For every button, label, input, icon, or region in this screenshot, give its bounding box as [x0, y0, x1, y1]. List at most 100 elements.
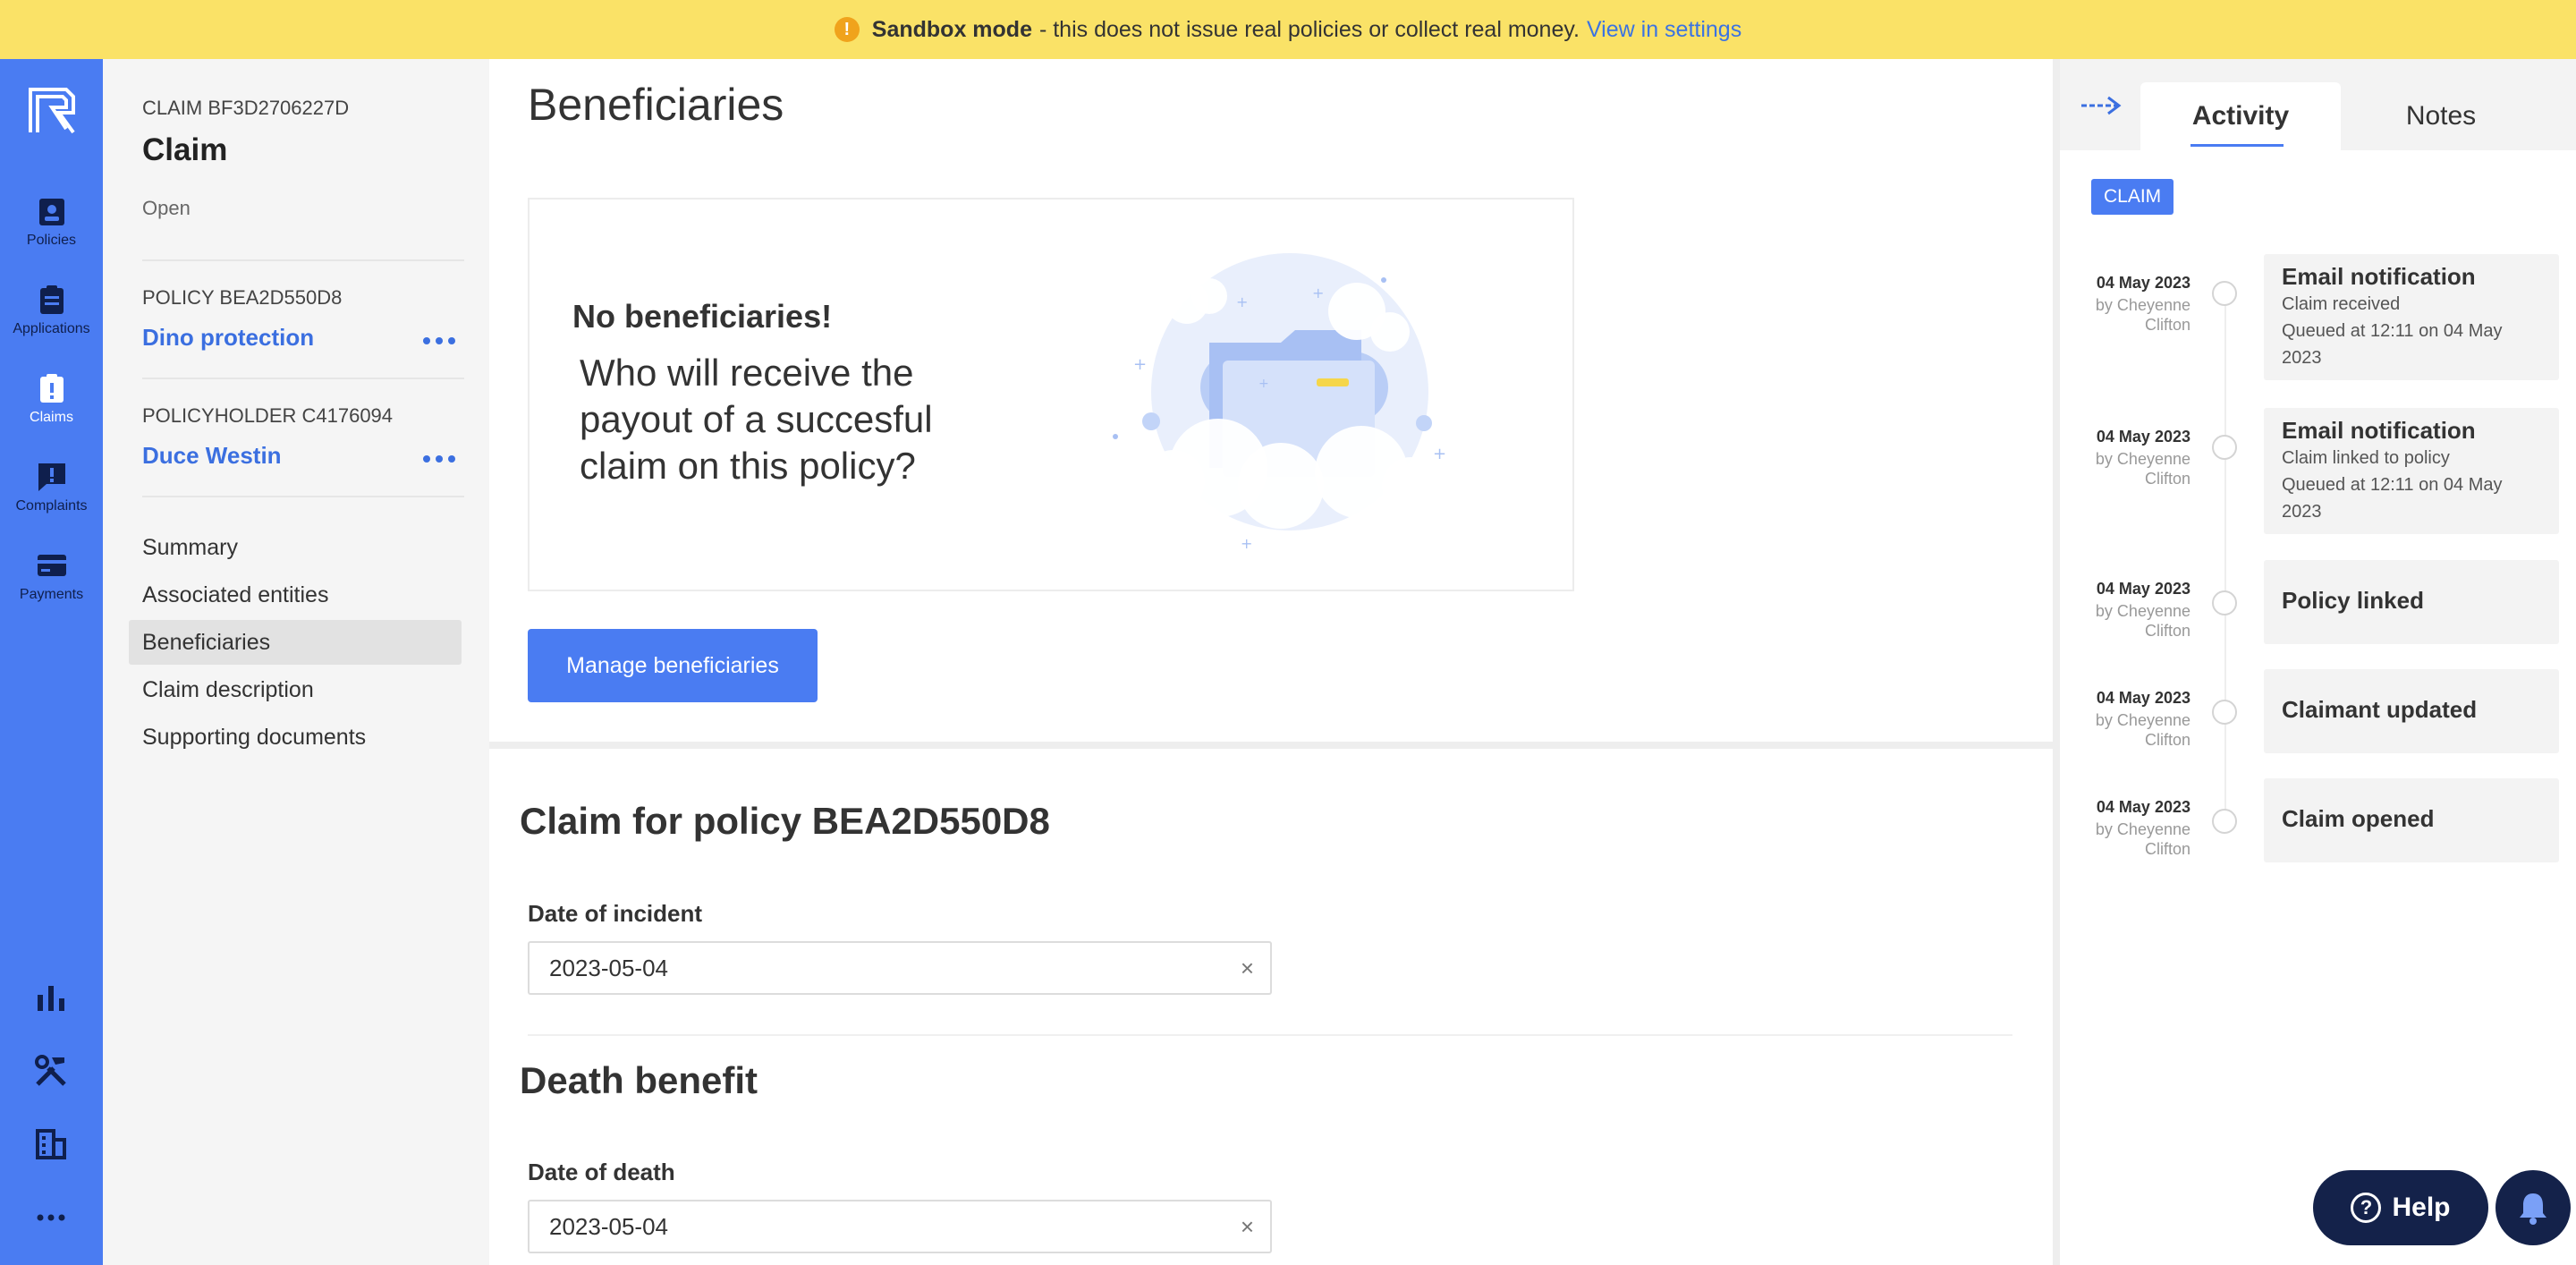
- claim-status: Open: [142, 197, 191, 219]
- menu-claim-description[interactable]: Claim description: [129, 667, 462, 712]
- card-icon: [37, 555, 66, 576]
- claim-title: Claim: [142, 132, 228, 167]
- activity-by: by Cheyenne: [2095, 296, 2190, 314]
- activity-title: Email notification: [2282, 417, 2476, 444]
- policy-icon: [38, 199, 64, 225]
- panel-header: Activity Notes: [2060, 59, 2576, 150]
- activity-card: Claim opened: [2264, 778, 2559, 862]
- main-content: Beneficiaries No beneficiaries! Who will…: [489, 59, 2053, 1265]
- tab-label: Notes: [2405, 101, 2477, 131]
- rail-item-complaints[interactable]: Complaints: [0, 461, 103, 514]
- section-divider: [489, 742, 2053, 749]
- activity-title: Policy linked: [2282, 587, 2424, 614]
- complaint-icon: [38, 463, 65, 491]
- death-date-label: Date of death: [528, 1159, 675, 1185]
- banner-bold: Sandbox mode: [871, 16, 1032, 42]
- svg-text:+: +: [1236, 293, 1248, 310]
- activity-by: Clifton: [2144, 470, 2190, 488]
- clear-icon[interactable]: ×: [1241, 1201, 1254, 1252]
- menu-associated-entities[interactable]: Associated entities: [129, 573, 462, 617]
- help-label: Help: [2392, 1193, 2451, 1222]
- logo-icon[interactable]: [27, 86, 77, 136]
- timeline-line: [2224, 292, 2226, 828]
- activity-card: Email notification Claim linked to polic…: [2264, 408, 2559, 534]
- svg-text:+: +: [1312, 284, 1324, 301]
- activity-detail: 2023: [2282, 348, 2322, 368]
- tab-underline: [2190, 144, 2284, 147]
- empty-beneficiaries-card: No beneficiaries! Who will receive the p…: [528, 198, 1574, 591]
- view-settings-link[interactable]: View in settings: [1587, 17, 1741, 43]
- policyholder-id-label: POLICYHOLDER C4176094: [142, 404, 394, 427]
- activity-detail: Claim linked to policy: [2282, 448, 2450, 468]
- tab-activity[interactable]: Activity: [2140, 82, 2341, 150]
- clear-icon[interactable]: ×: [1241, 943, 1254, 993]
- rail-item-policies[interactable]: Policies: [0, 195, 103, 249]
- rail-item-claims[interactable]: Claims: [0, 372, 103, 426]
- manage-beneficiaries-button[interactable]: Manage beneficiaries: [528, 629, 818, 702]
- warning-icon: !: [834, 17, 860, 42]
- chart-icon[interactable]: [34, 981, 68, 1015]
- banner-text: - this does not issue real policies or c…: [1038, 16, 1580, 42]
- building-icon[interactable]: [34, 1127, 68, 1161]
- activity-by: Clifton: [2144, 316, 2190, 334]
- incident-date-field[interactable]: 2023-05-04 ×: [528, 941, 1272, 995]
- empty-title: No beneficiaries!: [572, 298, 833, 335]
- sandbox-banner: ! Sandbox mode - this does not issue rea…: [0, 0, 2576, 59]
- clipboard-icon: [39, 285, 64, 314]
- death-date-field[interactable]: 2023-05-04 ×: [528, 1200, 1272, 1253]
- activity-date: 04 May 2023: [2096, 274, 2190, 292]
- death-benefit-title: Death benefit: [520, 1059, 758, 1101]
- claim-sidebar: CLAIM BF3D2706227D Claim Open POLICY BEA…: [103, 59, 489, 1265]
- activity-by: by Cheyenne: [2095, 820, 2190, 838]
- rail-item-applications[interactable]: Applications: [0, 284, 103, 337]
- divider: [142, 378, 464, 379]
- menu-summary[interactable]: Summary: [129, 525, 462, 570]
- policyholder-name-link[interactable]: Duce Westin: [142, 442, 282, 470]
- activity-card: Policy linked: [2264, 560, 2559, 644]
- activity-title: Claim opened: [2282, 805, 2435, 832]
- activity-by: by Cheyenne: [2095, 450, 2190, 468]
- activity-date: 04 May 2023: [2096, 428, 2190, 446]
- activity-by: Clifton: [2144, 840, 2190, 858]
- activity-card: Claimant updated: [2264, 669, 2559, 753]
- tab-label: Activity: [2191, 101, 2290, 131]
- menu-supporting-documents[interactable]: Supporting documents: [129, 715, 462, 760]
- page-title: Beneficiaries: [528, 80, 784, 130]
- tab-notes[interactable]: Notes: [2341, 82, 2541, 150]
- timeline-dot: [2212, 809, 2237, 834]
- menu-beneficiaries[interactable]: Beneficiaries: [129, 620, 462, 665]
- activity-by: Clifton: [2144, 731, 2190, 749]
- death-date-value: 2023-05-04: [549, 1213, 668, 1240]
- svg-text:+: +: [1241, 535, 1252, 548]
- activity-title: Email notification: [2282, 263, 2476, 290]
- activity-title: Claimant updated: [2282, 696, 2478, 723]
- timeline-dot: [2212, 700, 2237, 725]
- claim-tag: CLAIM: [2091, 179, 2174, 215]
- activity-date: 04 May 2023: [2096, 798, 2190, 816]
- rail-item-payments[interactable]: Payments: [0, 549, 103, 603]
- activity-date: 04 May 2023: [2096, 689, 2190, 707]
- activity-panel: Activity Notes CLAIM 04 May 2023 by Chey…: [2053, 59, 2576, 1265]
- collapse-arrow-icon[interactable]: [2080, 95, 2123, 116]
- policyholder-more-icon[interactable]: [423, 453, 459, 465]
- timeline-dot: [2212, 435, 2237, 460]
- timeline-dot: [2212, 590, 2237, 616]
- claim-id-label: CLAIM BF3D2706227D: [142, 97, 350, 119]
- activity-card: Email notification Claim received Queued…: [2264, 254, 2559, 380]
- help-icon: ?: [2351, 1193, 2382, 1223]
- activity-detail: Queued at 12:11 on 04 May: [2282, 475, 2503, 495]
- policy-more-icon[interactable]: [423, 335, 459, 347]
- activity-date: 04 May 2023: [2096, 580, 2190, 598]
- policy-name-link[interactable]: Dino protection: [142, 324, 314, 352]
- help-button[interactable]: ? Help: [2313, 1170, 2488, 1245]
- tools-icon[interactable]: [34, 1054, 68, 1088]
- rail-label: Policies: [26, 233, 77, 248]
- folder-cloud-illustration: + + + + + +: [1113, 253, 1446, 548]
- notification-button[interactable]: [2496, 1170, 2571, 1245]
- claim-section-title: Claim for policy BEA2D550D8: [520, 800, 1050, 842]
- claims-icon: [39, 374, 64, 403]
- policy-id-label: POLICY BEA2D550D8: [142, 286, 343, 309]
- more-icon[interactable]: [34, 1201, 68, 1235]
- activity-by: by Cheyenne: [2095, 602, 2190, 620]
- svg-text:+: +: [1258, 377, 1269, 391]
